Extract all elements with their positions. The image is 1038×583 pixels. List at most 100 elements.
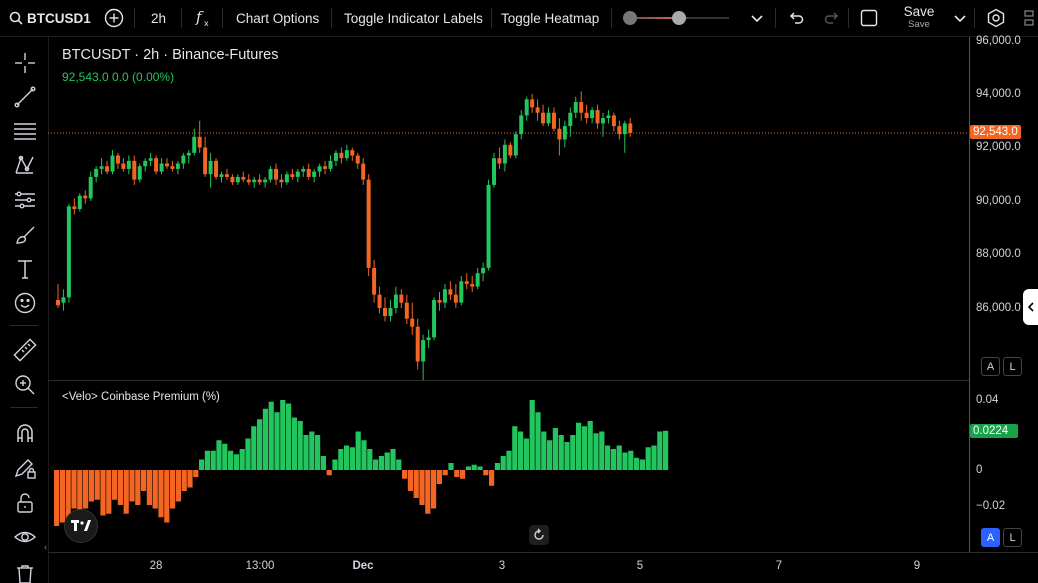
candle bbox=[241, 171, 246, 183]
auto-scale-button[interactable]: A bbox=[981, 357, 1000, 376]
candle-body bbox=[203, 147, 208, 175]
candle-body bbox=[110, 155, 115, 172]
candle-body bbox=[263, 179, 268, 183]
candle bbox=[377, 286, 382, 314]
premium-bar bbox=[535, 412, 541, 470]
candle bbox=[530, 94, 535, 113]
candle bbox=[584, 104, 589, 124]
premium-bar bbox=[460, 470, 466, 479]
candle bbox=[470, 275, 475, 292]
premium-bar bbox=[152, 470, 158, 509]
indicator-tick-label: −0.02 bbox=[976, 500, 1006, 512]
premium-bar bbox=[500, 456, 506, 470]
candle-body bbox=[355, 155, 360, 164]
candle-body bbox=[366, 179, 371, 268]
candle bbox=[61, 289, 66, 311]
candle-body bbox=[165, 163, 169, 167]
candle bbox=[290, 168, 295, 180]
candle-body bbox=[579, 102, 584, 113]
premium-bar bbox=[541, 431, 547, 470]
candle bbox=[344, 144, 349, 161]
chevron-left-icon bbox=[1027, 302, 1034, 312]
chart-canvas[interactable] bbox=[0, 0, 1038, 583]
candle-body bbox=[274, 168, 278, 180]
premium-bar bbox=[494, 463, 500, 470]
candle bbox=[295, 168, 300, 183]
premium-bar bbox=[448, 463, 454, 470]
premium-bar bbox=[639, 459, 645, 470]
premium-bar bbox=[616, 445, 622, 470]
candle-body bbox=[312, 171, 317, 177]
time-tick-label: 13:00 bbox=[245, 560, 275, 572]
candle-body bbox=[132, 160, 137, 180]
indicator-tick-label: 0.04 bbox=[976, 394, 999, 406]
candle-body bbox=[628, 123, 633, 133]
premium-bar bbox=[106, 470, 112, 514]
premium-bar bbox=[454, 470, 460, 477]
candle-body bbox=[208, 160, 213, 175]
candle-body bbox=[361, 163, 366, 180]
candle-body bbox=[399, 294, 404, 303]
premium-bar bbox=[216, 440, 222, 470]
premium-bar bbox=[54, 470, 60, 526]
premium-bar bbox=[100, 470, 106, 516]
premium-bar bbox=[204, 450, 210, 470]
candle-body bbox=[99, 166, 104, 169]
premium-bar bbox=[291, 417, 297, 470]
candle bbox=[328, 155, 333, 172]
premium-bar bbox=[442, 470, 448, 476]
candle-body bbox=[333, 152, 338, 161]
premium-bar bbox=[77, 470, 83, 512]
candle bbox=[110, 150, 115, 175]
candle bbox=[355, 152, 360, 169]
premium-bar bbox=[373, 459, 379, 470]
candle bbox=[426, 329, 431, 349]
right-panel-toggle[interactable] bbox=[1023, 289, 1038, 325]
candle bbox=[393, 286, 398, 314]
candle bbox=[513, 131, 518, 159]
candle-body bbox=[584, 112, 589, 119]
premium-bar bbox=[651, 445, 657, 470]
candle-body bbox=[383, 308, 387, 317]
premium-bar bbox=[164, 470, 170, 523]
candle-body bbox=[606, 115, 611, 119]
indicator-auto-scale-button[interactable]: A bbox=[981, 528, 1000, 547]
candle-body bbox=[143, 160, 148, 167]
premium-bar bbox=[628, 450, 634, 470]
candle bbox=[66, 203, 71, 303]
premium-bar bbox=[431, 470, 437, 509]
premium-bar bbox=[123, 470, 129, 514]
candle-body bbox=[252, 179, 257, 183]
candle bbox=[306, 163, 311, 180]
premium-bar bbox=[175, 470, 181, 502]
premium-bar bbox=[326, 470, 332, 476]
premium-bar bbox=[309, 431, 315, 470]
candle-body bbox=[197, 136, 202, 148]
chart-legend-price: 92,543.0 0.0 (0.00%) bbox=[62, 70, 175, 84]
candle bbox=[99, 158, 104, 175]
premium-bar bbox=[262, 408, 268, 470]
indicator-log-scale-button[interactable]: L bbox=[1003, 528, 1022, 547]
premium-bar bbox=[361, 440, 367, 470]
candle bbox=[399, 289, 404, 308]
candle bbox=[535, 99, 540, 121]
candle-body bbox=[530, 99, 535, 108]
pane-divider[interactable] bbox=[48, 380, 970, 381]
candle bbox=[568, 107, 573, 137]
candle bbox=[546, 107, 551, 127]
log-scale-button[interactable]: L bbox=[1003, 357, 1022, 376]
candle-body bbox=[573, 102, 578, 113]
premium-bar bbox=[506, 450, 512, 470]
premium-bar bbox=[344, 445, 350, 470]
candle bbox=[606, 110, 611, 124]
candle-body bbox=[170, 166, 175, 169]
candle-body bbox=[77, 195, 82, 210]
candle-body bbox=[301, 168, 306, 172]
tradingview-logo[interactable] bbox=[64, 509, 98, 543]
candle-body bbox=[617, 126, 622, 135]
candle bbox=[197, 120, 202, 153]
reset-chart-button[interactable] bbox=[529, 525, 549, 545]
premium-bar bbox=[593, 433, 599, 470]
candle-body bbox=[241, 176, 246, 180]
time-axis-line bbox=[48, 552, 1038, 553]
